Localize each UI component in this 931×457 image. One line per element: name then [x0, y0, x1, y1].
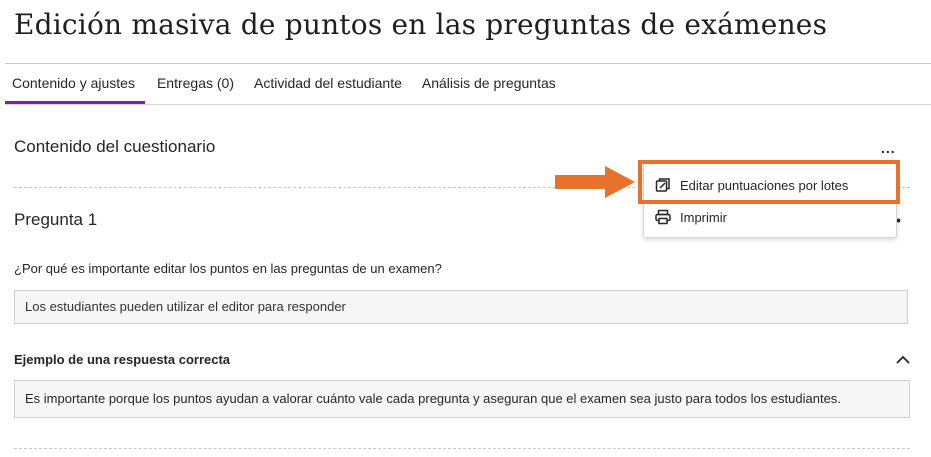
highlight-box: [638, 160, 900, 204]
page-title: Edición masiva de puntos en las pregunta…: [14, 8, 828, 41]
tab-question-analysis[interactable]: Análisis de preguntas: [414, 64, 564, 104]
answer-editor-field[interactable]: Los estudiantes pueden utilizar el edito…: [14, 290, 908, 324]
tab-student-activity[interactable]: Actividad del estudiante: [246, 64, 410, 104]
menu-item-print[interactable]: Imprimir: [644, 201, 896, 233]
printer-icon: [655, 209, 671, 225]
section-title: Contenido del cuestionario: [14, 137, 216, 156]
pointer-arrow-icon: [555, 166, 635, 198]
tab-submissions[interactable]: Entregas (0): [149, 64, 242, 104]
divider: [14, 448, 910, 449]
tab-bar: Contenido y ajustes Entregas (0) Activid…: [5, 64, 931, 105]
chevron-up-icon[interactable]: [895, 352, 911, 368]
tab-content-settings[interactable]: Contenido y ajustes: [5, 64, 145, 104]
example-answer-title: Ejemplo de una respuesta correcta: [14, 352, 231, 367]
menu-item-label: Imprimir: [680, 209, 727, 225]
example-answer-box: Es importante porque los puntos ayudan a…: [14, 380, 910, 418]
question-text: ¿Por qué es importante editar los puntos…: [14, 261, 442, 276]
question-title: Pregunta 1: [14, 210, 98, 229]
more-options-button[interactable]: ...: [881, 140, 896, 156]
